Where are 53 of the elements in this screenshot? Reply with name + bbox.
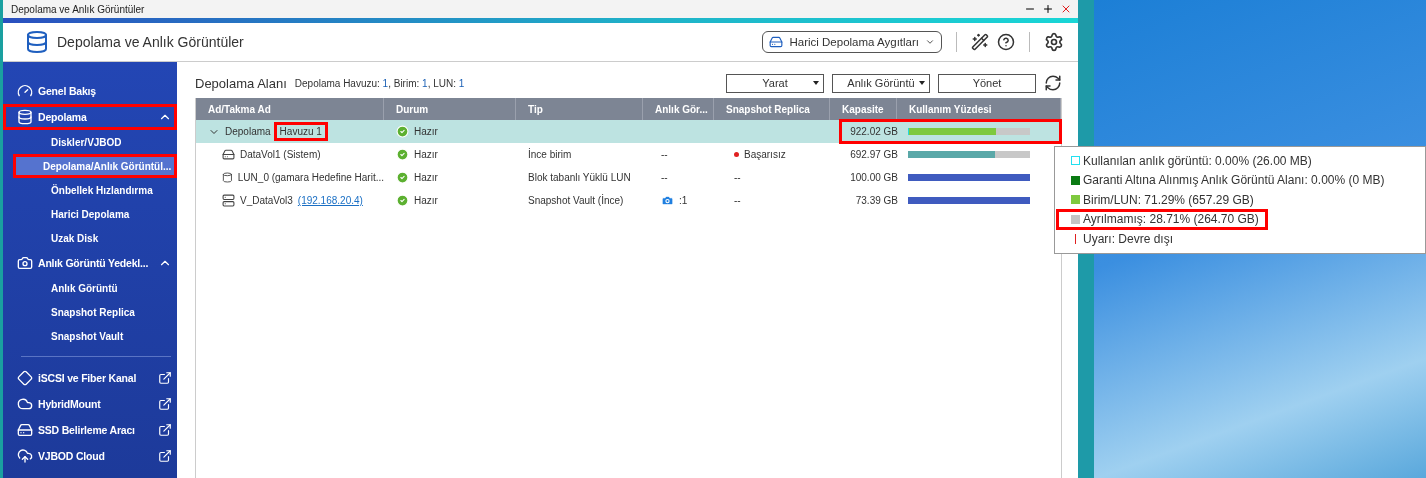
type-text: Snapshot Vault (İnce): [528, 195, 624, 206]
snapshot-count: --: [661, 149, 668, 160]
sidebar-subitem[interactable]: Harici Depolama: [3, 202, 177, 226]
sidebar-subitem[interactable]: Uzak Disk: [3, 226, 177, 250]
sidebar-subitem[interactable]: Snapshot Vault: [3, 324, 177, 348]
snapshot-count: --: [661, 172, 668, 183]
capacity-text: 73.39 GB: [854, 195, 898, 206]
replica-status: Başarısız: [744, 149, 786, 160]
sidebar-item[interactable]: HybridMount: [3, 391, 177, 417]
ip-link[interactable]: (192.168.20.4): [297, 195, 363, 206]
status-text: Hazır: [414, 195, 438, 206]
storage-summary: Depolama Havuzu: 1, Birim: 1, LUN: 1: [294, 77, 466, 89]
snapshot-count: :1: [679, 195, 688, 206]
type-text: Blok tabanlı Yüklü LUN: [528, 172, 631, 183]
sidebar-item[interactable]: Genel Bakış: [3, 78, 177, 104]
sidebar-item[interactable]: Anlık Görüntü Yedekl...: [3, 250, 177, 276]
sidebar-subitem[interactable]: Anlık Görüntü: [3, 276, 177, 300]
column-header[interactable]: Kullanım Yüzdesi: [897, 98, 1061, 120]
sidebar-subitem[interactable]: Önbellek Hızlandırma: [3, 178, 177, 202]
app-title: Depolama ve Anlık Görüntüler: [57, 34, 245, 50]
sidebar-subitem[interactable]: Diskler/VJBOD: [3, 130, 177, 154]
dropdown-button[interactable]: Yarat: [726, 73, 824, 93]
external-devices-dropdown[interactable]: Harici Depolama Aygıtları: [762, 31, 942, 53]
sidebar-item[interactable]: iSCSI ve Fiber Kanal: [3, 365, 177, 391]
volume-name: V_DataVol3: [240, 195, 293, 206]
pool-row[interactable]: Depolama Havuzu 1 Hazır 922.02 GB: [196, 120, 1061, 143]
window-title: Depolama ve Anlık Görüntüler: [11, 3, 145, 15]
legend-text: Uyarı: Devre dışı: [1083, 231, 1174, 246]
replica-status: --: [734, 172, 741, 183]
capacity-text: 692.97 GB: [849, 149, 898, 160]
sidebar-subitem[interactable]: Snapshot Replica: [3, 300, 177, 324]
sidebar-item[interactable]: Depolama: [3, 104, 177, 130]
status-text: Hazır: [414, 149, 438, 160]
capacity-text: 100.00 GB: [849, 172, 898, 183]
legend-text: Garanti Altına Alınmış Anlık Görüntü Alanı: 0.00% (0 MB): [1083, 173, 1385, 188]
dropdown-button[interactable]: Anlık Görüntü: [832, 73, 930, 93]
sidebar-subitem[interactable]: Depolama/Anlık Görüntül...: [13, 154, 177, 178]
legend-text: Kullanılan anlık görüntü: 0.00% (26.00 MB): [1083, 153, 1312, 168]
volume-name: DataVol1 (Sistem): [240, 149, 321, 160]
section-title: Depolama Alanı: [195, 75, 287, 91]
pool-name-suffix: Havuzu 1: [275, 124, 326, 139]
sidebar-item[interactable]: VJBOD Cloud: [3, 443, 177, 469]
type-text: İnce birim: [528, 149, 572, 160]
legend-text: Birim/LUN: 71.29% (657.29 GB): [1083, 192, 1254, 207]
pool-name: Depolama: [225, 126, 271, 137]
replica-status: --: [734, 195, 741, 206]
status-text: Hazır: [414, 172, 438, 183]
sidebar-item[interactable]: SSD Belirleme Aracı: [3, 417, 177, 443]
volume-name: LUN_0 (gamara Hedefine Harit...: [237, 172, 384, 183]
status-text: Hazır: [414, 126, 438, 137]
capacity-text: 922.02 GB: [849, 126, 898, 137]
action-button[interactable]: Yönet: [938, 73, 1036, 93]
legend-text: Ayrılmamış: 28.71% (264.70 GB): [1083, 212, 1259, 227]
